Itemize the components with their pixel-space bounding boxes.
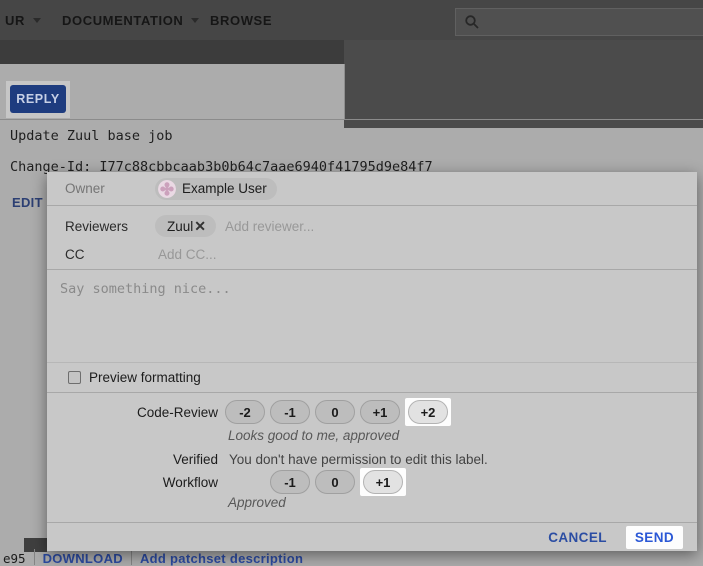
menu-item-ur[interactable]: UR [5, 0, 41, 40]
vote-button-plus1[interactable]: +1 [360, 400, 400, 424]
column-divider [344, 64, 345, 120]
avatar [158, 180, 176, 198]
code-review-note: Looks good to me, approved [228, 428, 399, 443]
dimmed-side-panel [344, 40, 703, 128]
vote-button-zero[interactable]: 0 [315, 470, 355, 494]
menu-item-browse[interactable]: BROWSE [210, 0, 272, 40]
vote-button-minus1[interactable]: -1 [270, 400, 310, 424]
add-reviewer-input[interactable]: Add reviewer... [225, 219, 314, 234]
dialog-footer: CANCEL SEND [47, 523, 697, 551]
divider [34, 549, 35, 565]
vote-button-minus1[interactable]: -1 [270, 470, 310, 494]
reply-message-placeholder: Say something nice... [60, 281, 231, 297]
chevron-down-icon [33, 18, 41, 23]
vote-button-plus1-selected[interactable]: +1 [363, 470, 403, 494]
selected-vote-highlight: +1 [360, 468, 406, 496]
verified-label-row: Verified You don't have permission to ed… [47, 451, 697, 468]
divider [47, 205, 697, 206]
reviewers-row: Reviewers Zuul ✕ Add reviewer... [47, 212, 697, 240]
verified-label: Verified [47, 452, 218, 467]
reviewer-chip-label: Zuul [167, 219, 193, 234]
workflow-note: Approved [228, 495, 286, 510]
owner-chip-label: Example User [182, 181, 267, 196]
workflow-label-row: Workflow -1 0 +1 [47, 468, 697, 496]
workflow-label: Workflow [47, 475, 218, 490]
preview-formatting-checkbox[interactable] [68, 371, 81, 384]
workflow-buttons: -1 0 +1 [270, 468, 406, 496]
reply-dialog: Owner Example User Reviewers Zuul ✕ Add [47, 172, 697, 551]
code-review-label: Code-Review [47, 405, 218, 420]
divider [131, 549, 132, 565]
search-icon [464, 14, 480, 30]
menu-item-label: BROWSE [210, 13, 272, 28]
cc-row: CC Add CC... [47, 240, 697, 268]
remove-reviewer-icon[interactable]: ✕ [194, 218, 206, 235]
edit-link[interactable]: EDIT [12, 195, 43, 210]
preview-formatting-label: Preview formatting [89, 370, 201, 385]
preview-formatting-row: Preview formatting [47, 363, 697, 392]
selected-vote-highlight: +2 [405, 398, 451, 426]
download-link[interactable]: DOWNLOAD [43, 549, 123, 566]
vote-button-minus2[interactable]: -2 [225, 400, 265, 424]
reviewers-label: Reviewers [65, 219, 155, 234]
horizontal-divider [0, 119, 703, 120]
owner-label: Owner [65, 181, 155, 196]
top-navigation-bar: UR DOCUMENTATION BROWSE [0, 0, 703, 40]
vote-button-zero[interactable]: 0 [315, 400, 355, 424]
send-button[interactable]: SEND [626, 526, 683, 549]
menu-item-label: DOCUMENTATION [62, 13, 183, 28]
commit-subject: Update Zuul base job [10, 128, 173, 144]
add-patchset-description-link[interactable]: Add patchset description [140, 549, 303, 566]
reply-button[interactable]: REPLY [10, 85, 66, 113]
vote-button-plus2-selected[interactable]: +2 [408, 400, 448, 424]
code-review-buttons: -2 -1 0 +1 +2 [225, 398, 451, 426]
menu-item-documentation[interactable]: DOCUMENTATION [62, 0, 199, 40]
patchset-info-bar: e95 DOWNLOAD Add patchset description [0, 549, 703, 566]
code-review-label-row: Code-Review -2 -1 0 +1 +2 [47, 398, 697, 426]
add-cc-input[interactable]: Add CC... [158, 247, 217, 262]
reviewer-chip[interactable]: Zuul ✕ [155, 215, 216, 237]
divider [47, 392, 697, 393]
owner-row: Owner Example User [47, 172, 697, 205]
owner-chip[interactable]: Example User [155, 178, 277, 200]
chevron-down-icon [191, 18, 199, 23]
cancel-button[interactable]: CANCEL [548, 530, 607, 545]
search-input[interactable] [455, 8, 703, 36]
commit-sha-fragment: e95 [3, 549, 26, 566]
menu-item-label: UR [5, 13, 25, 28]
verified-permission-message: You don't have permission to edit this l… [229, 452, 488, 467]
cc-label: CC [65, 247, 155, 262]
reply-message-textarea[interactable]: Say something nice... [47, 270, 697, 362]
